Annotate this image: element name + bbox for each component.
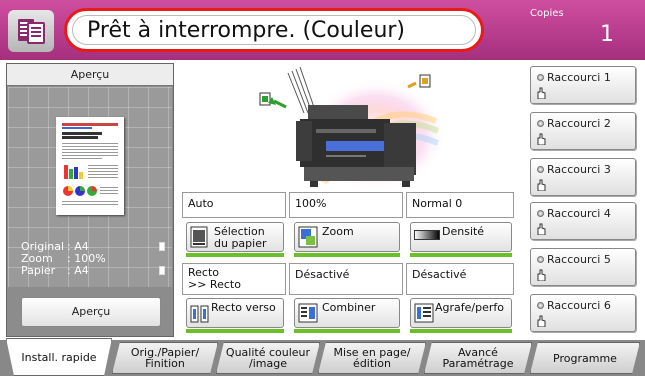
status-message: Prêt à interrompre. (Couleur) <box>64 8 484 52</box>
zoom-label: Zoom <box>322 225 354 238</box>
density-indicator <box>410 253 512 257</box>
combine-icon <box>298 303 318 323</box>
hand-icon <box>537 223 546 235</box>
shortcut-4-button[interactable]: Raccourci 4 <box>530 202 636 240</box>
preview-page-thumbnail <box>56 117 124 215</box>
combine-indicator <box>294 329 400 333</box>
shortcut-led-icon <box>537 210 544 217</box>
tab-program[interactable]: Programme <box>530 342 640 374</box>
combine-label: Combiner <box>322 301 376 314</box>
zoom-icon <box>298 226 318 248</box>
copies-count[interactable]: 1 <box>560 18 620 52</box>
duplex-icon <box>190 305 209 323</box>
shortcut-1-button[interactable]: Raccourci 1 <box>530 66 636 104</box>
tab-advanced-setup[interactable]: Avancé Paramétrage <box>424 342 532 374</box>
combine-button[interactable]: Combiner <box>294 298 400 328</box>
preview-title: Aperçu <box>7 64 173 86</box>
staple-punch-icon <box>414 303 434 323</box>
duplex-value: Recto >> Recto <box>182 263 286 295</box>
duplex-label: Recto verso <box>211 301 276 314</box>
original-orientation-icon <box>159 242 165 251</box>
shortcut-6-button[interactable]: Raccourci 6 <box>530 294 636 332</box>
density-value: Normal 0 <box>406 192 514 218</box>
shortcut-led-icon <box>537 166 544 173</box>
staple-punch-label: Agrafe/perfo <box>435 301 504 314</box>
input-tray-icon <box>407 74 431 89</box>
shortcut-2-button[interactable]: Raccourci 2 <box>530 112 636 150</box>
staple-punch-button[interactable]: Agrafe/perfo <box>410 298 512 328</box>
paper-orientation-icon <box>159 266 165 275</box>
paper-selection-value: Auto <box>182 192 286 218</box>
output-tray-icon <box>259 92 287 109</box>
header-bar: Prêt à interrompre. (Couleur) Copies 1 <box>0 0 645 60</box>
paper-selection-button[interactable]: Sélection du papier <box>186 222 284 252</box>
status-text: Prêt à interrompre. (Couleur) <box>87 17 406 43</box>
zoom-indicator <box>294 253 400 257</box>
staple-punch-indicator <box>410 329 512 333</box>
shortcut-led-icon <box>537 120 544 127</box>
tab-layout-edit[interactable]: Mise en page/ édition <box>318 342 426 374</box>
hand-icon <box>537 179 546 191</box>
tab-color-image-quality[interactable]: Qualité couleur /image <box>216 342 320 374</box>
hand-icon <box>537 133 546 145</box>
duplex-button[interactable]: Recto verso <box>186 298 284 328</box>
tab-quick-setup[interactable]: Install. rapide <box>6 338 112 376</box>
duplex-indicator <box>186 329 284 333</box>
combine-value: Désactivé <box>289 263 403 295</box>
zoom-value: 100% <box>289 192 403 218</box>
copies-label: Copies <box>530 8 564 19</box>
tab-original-paper-finishing[interactable]: Orig./Papier/ Finition <box>112 342 218 374</box>
shortcut-led-icon <box>537 74 544 81</box>
paper-tray-icon <box>190 226 208 248</box>
preview-button[interactable]: Aperçu <box>21 297 161 327</box>
system-menu-icon <box>18 19 45 44</box>
shortcut-led-icon <box>537 256 544 263</box>
hand-icon <box>537 269 546 281</box>
shortcut-3-button[interactable]: Raccourci 3 <box>530 158 636 196</box>
printer-illustration <box>176 63 516 191</box>
density-button[interactable]: Densité <box>410 222 512 252</box>
shortcut-led-icon <box>537 302 544 309</box>
hand-icon <box>537 87 546 99</box>
paper-selection-indicator <box>186 253 284 257</box>
preview-panel: Aperçu Original: A4 Zoom: 100% Papier … <box>6 63 174 337</box>
paper-selection-label: Sélection du papier <box>214 225 267 250</box>
staple-value: Désactivé <box>406 263 514 295</box>
hand-icon <box>537 315 546 327</box>
info-row-paper: Papier : A4 <box>21 265 169 277</box>
zoom-button[interactable]: Zoom <box>294 222 400 252</box>
shortcut-5-button[interactable]: Raccourci 5 <box>530 248 636 286</box>
density-label: Densité <box>442 225 485 238</box>
density-gradient-icon <box>414 230 440 240</box>
system-menu-button[interactable] <box>8 10 54 52</box>
preview-info: Original : A4 Zoom : 100% Papier : A4 <box>21 241 169 277</box>
